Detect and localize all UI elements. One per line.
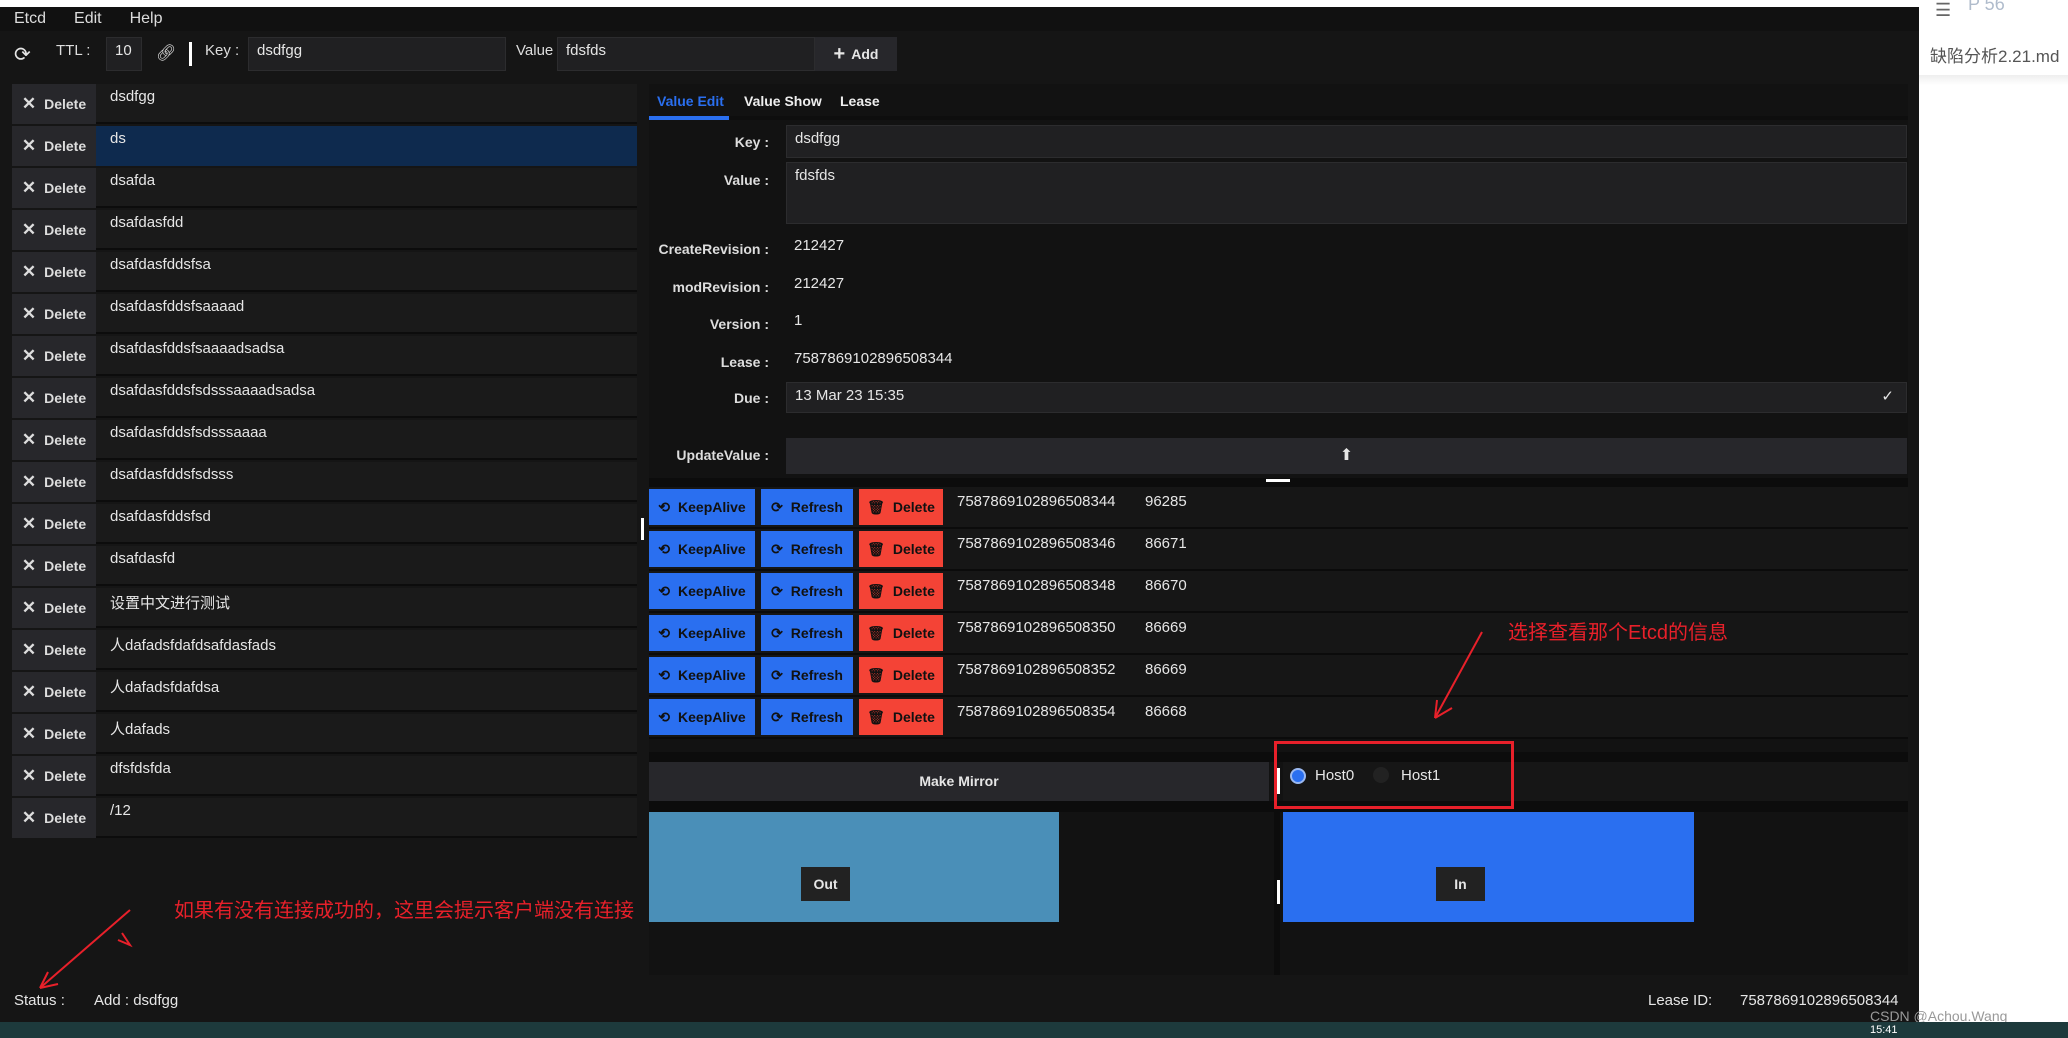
annotation-arrows [39, 631, 1483, 989]
status-arrow [39, 909, 131, 989]
cursor-mark [117, 932, 133, 948]
host-arrow [1434, 631, 1483, 719]
